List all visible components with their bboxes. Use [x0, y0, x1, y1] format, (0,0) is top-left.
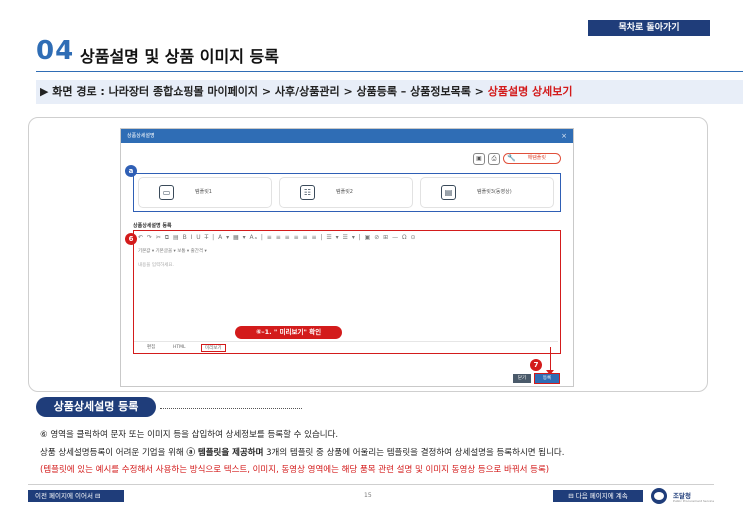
- footer-divider: [28, 484, 714, 485]
- editor-label: 상품상세설명 등록: [133, 223, 172, 229]
- summary-line-1: ⑥ 영역을 클릭하여 문자 또는 이미지 등을 삽입하여 상세정보를 등록할 수…: [40, 430, 339, 440]
- logo-subtext: Public Procurement Service: [673, 499, 715, 503]
- title-divider: [36, 71, 743, 72]
- summary-line-2-post: 3개의 템플릿 중 상품에 어울리는 템플릿을 결정하여 상세설명을 등록하시면…: [266, 448, 565, 458]
- save-icon[interactable]: ▣: [473, 153, 485, 165]
- template-card-1[interactable]: ▭ 템플릿1: [138, 177, 272, 208]
- template-button-label: 해템플릿: [527, 155, 546, 161]
- layout-icon: ☷: [300, 185, 315, 200]
- section-title: 상품설명 및 상품 이미지 등록: [80, 47, 279, 66]
- summary-title: 상품상세설명 등록: [36, 397, 156, 417]
- summary-line-2: 상품 상세설명등록이 어려운 기업을 위해 ⓐ 템플릿을 제공하며 3개의 템플…: [40, 446, 564, 458]
- pps-logo-icon: [651, 488, 667, 504]
- summary-line-3: (템플릿에 있는 예시를 수정해서 사용하는 방식으로 텍스트, 이미지, 동영…: [40, 465, 550, 475]
- screen-path: ▶ 화면 경로 : 나라장터 종합쇼핑몰 마이페이지 > 사후/상품관리 > 상…: [36, 80, 743, 104]
- summary-line-2-bold: ⓐ 템플릿을 제공하며: [186, 448, 264, 458]
- print-icon[interactable]: ⎙: [488, 153, 500, 165]
- monitor-icon: ▭: [159, 185, 174, 200]
- path-prefix: ▶ 화면 경로 :: [40, 85, 105, 98]
- template-card-label: 템플릿2: [336, 189, 353, 195]
- template-card-label: 템플릿1: [195, 189, 212, 195]
- tab-edit[interactable]: 편집: [144, 344, 158, 352]
- path-current: 상품설명 상세보기: [487, 85, 573, 98]
- dialog-title: 상품상세설명: [127, 133, 155, 139]
- prev-page-button[interactable]: 이전 페이지에 이어서 ⊟: [28, 490, 124, 502]
- next-page-button[interactable]: ⊟ 다음 페이지에 계속: [553, 490, 643, 502]
- close-icon[interactable]: ×: [561, 129, 567, 143]
- toc-button[interactable]: 목차로 돌아가기: [588, 20, 710, 36]
- clipboard-icon: ▤: [441, 185, 456, 200]
- preview-callout: ⑥–1. " 미리보기" 확인: [235, 326, 342, 339]
- template-button[interactable]: 🔧 해템플릿: [503, 153, 561, 164]
- section-number: 04: [36, 36, 75, 66]
- tab-html[interactable]: HTML: [170, 344, 189, 352]
- template-card-2[interactable]: ☷ 템플릿2: [279, 177, 413, 208]
- close-button[interactable]: 닫기: [513, 374, 531, 383]
- register-button[interactable]: 등록: [534, 373, 560, 384]
- editor-placeholder[interactable]: 내용을 입력하세요.: [138, 262, 174, 268]
- template-card-3[interactable]: ▤ 템플릿3(동영상): [420, 177, 554, 208]
- wrench-icon: 🔧: [507, 154, 516, 162]
- template-card-label: 템플릿3(동영상): [477, 189, 512, 195]
- template-selector: ▭ 템플릿1 ☷ 템플릿2 ▤ 템플릿3(동영상): [133, 173, 561, 212]
- font-options-bar[interactable]: 기본값 ▾ 기본글꼴 ▾ 보통 ▾ 줄간격 ▾: [138, 248, 207, 254]
- editor-toolbar[interactable]: ↶ ↷ ✂ ⧉ ▤ B I U T̶ | A ▾ ▦ ▾ Aₐ | ≡ ≡ ≡ …: [138, 234, 417, 242]
- path-trail: 나라장터 종합쇼핑몰 마이페이지 > 사후/상품관리 > 상품등록 – 상품정보…: [108, 85, 484, 98]
- summary-divider: [160, 408, 302, 409]
- tab-preview[interactable]: 미리보기: [201, 344, 226, 352]
- editor-divider: [134, 341, 558, 342]
- page-number: 15: [364, 492, 372, 499]
- badge-7: 7: [530, 359, 542, 371]
- summary-line-2-pre: 상품 상세설명등록이 어려운 기업을 위해: [40, 448, 184, 458]
- rich-text-editor[interactable]: ↶ ↷ ✂ ⧉ ▤ B I U T̶ | A ▾ ▦ ▾ Aₐ | ≡ ≡ ≡ …: [133, 230, 561, 354]
- dialog-header: 상품상세설명 ×: [121, 129, 573, 143]
- product-detail-dialog: 상품상세설명 × ▣ ⎙ 🔧 해템플릿 a ▭ 템플릿1 ☷ 템플릿2 ▤ 템플…: [120, 128, 574, 387]
